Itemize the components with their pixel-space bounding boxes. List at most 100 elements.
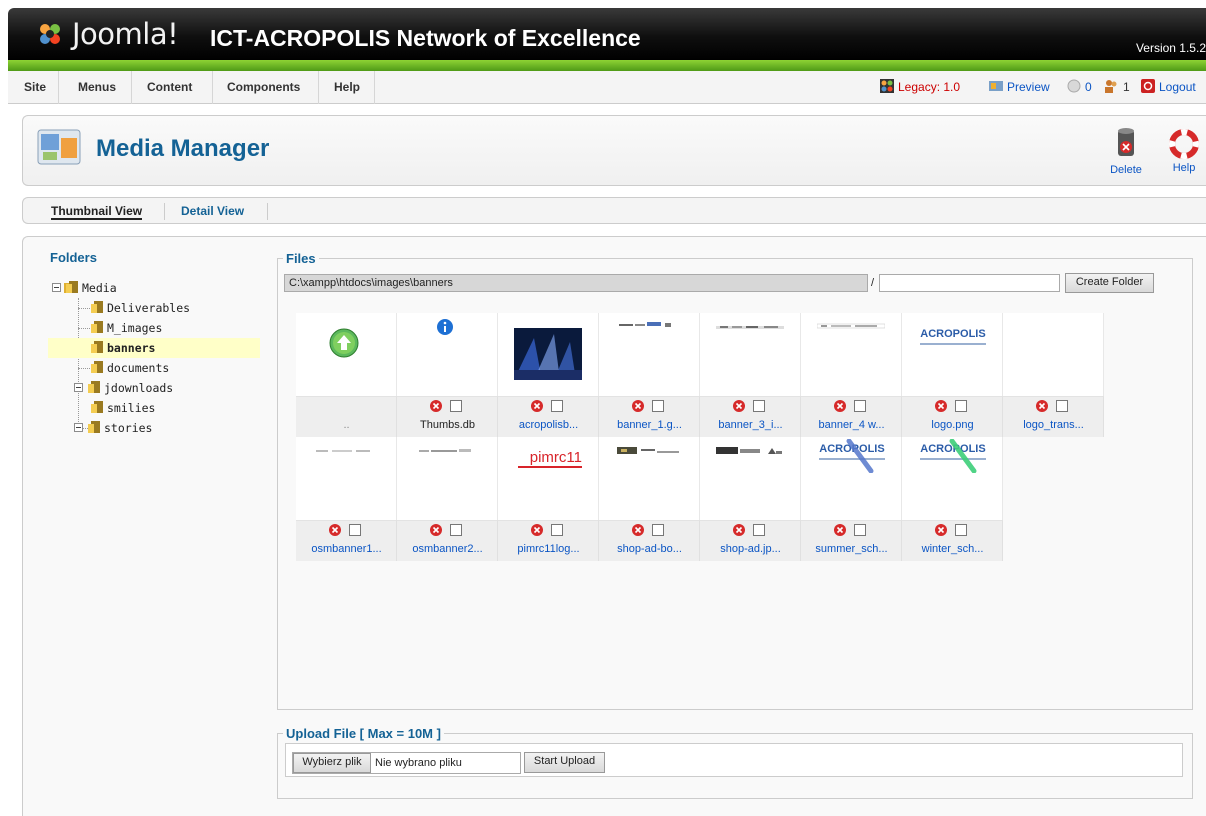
delete-icon[interactable] xyxy=(733,524,745,536)
delete-icon[interactable] xyxy=(531,400,543,412)
file-name[interactable]: banner_1.g... xyxy=(599,419,700,432)
thumbnail-image[interactable] xyxy=(617,447,681,455)
delete-icon[interactable] xyxy=(329,524,341,536)
delete-label: Delete xyxy=(1110,164,1142,176)
file-name[interactable]: banner_3_i... xyxy=(700,419,801,432)
file-item[interactable]: banner_3_i... xyxy=(700,313,801,437)
file-checkbox[interactable] xyxy=(551,524,563,536)
file-item[interactable]: Thumbs.db xyxy=(397,313,498,437)
messages-count[interactable]: 0 xyxy=(1085,80,1092,94)
delete-icon[interactable] xyxy=(935,400,947,412)
menu-content[interactable]: Content xyxy=(147,80,192,94)
menu-menus[interactable]: Menus xyxy=(78,80,116,94)
file-checkbox[interactable] xyxy=(753,400,765,412)
file-name[interactable]: .. xyxy=(296,419,397,432)
file-item[interactable]: osmbanner1... xyxy=(296,437,397,561)
tab-detail-view[interactable]: Detail View xyxy=(181,204,244,218)
folder-m-images[interactable]: M_images xyxy=(89,318,162,338)
logout-link[interactable]: Logout xyxy=(1159,80,1196,94)
file-item[interactable]: banner_1.g... xyxy=(599,313,700,437)
delete-icon[interactable] xyxy=(834,524,846,536)
preview-link[interactable]: Preview xyxy=(1007,80,1050,94)
file-checkbox[interactable] xyxy=(652,400,664,412)
meta-area: osmbanner1... xyxy=(296,520,397,561)
file-checkbox[interactable] xyxy=(349,524,361,536)
file-item[interactable]: osmbanner2... xyxy=(397,437,498,561)
view-submenu: Thumbnail View Detail View xyxy=(22,197,1206,224)
delete-icon[interactable] xyxy=(531,524,543,536)
file-checkbox[interactable] xyxy=(753,524,765,536)
choose-file-button[interactable]: Wybierz plik xyxy=(293,753,371,773)
collapse-icon[interactable] xyxy=(52,283,61,292)
menu-help[interactable]: Help xyxy=(334,80,360,94)
thumbnail-image[interactable] xyxy=(817,323,885,329)
collapse-icon[interactable] xyxy=(74,383,83,392)
thumbnail-image[interactable]: pimrc11 xyxy=(518,449,582,467)
folder-up-icon[interactable] xyxy=(329,328,359,358)
thumbnail-image[interactable] xyxy=(619,321,679,329)
delete-icon[interactable] xyxy=(733,400,745,412)
menu-components[interactable]: Components xyxy=(227,80,300,94)
folder-banners[interactable]: banners xyxy=(48,338,260,358)
file-name[interactable]: acropolisb... xyxy=(498,419,599,432)
file-name[interactable]: winter_sch... xyxy=(902,543,1003,556)
file-name[interactable]: osmbanner2... xyxy=(397,543,498,556)
file-item[interactable]: shop-ad.jp... xyxy=(700,437,801,561)
file-name[interactable]: logo_trans... xyxy=(1003,419,1104,432)
file-checkbox[interactable] xyxy=(450,524,462,536)
file-checkbox[interactable] xyxy=(450,400,462,412)
file-item[interactable]: shop-ad-bo... xyxy=(599,437,700,561)
file-name[interactable]: osmbanner1... xyxy=(296,543,397,556)
thumbnail-image[interactable]: ACROPOLIS xyxy=(916,328,990,340)
file-checkbox[interactable] xyxy=(854,400,866,412)
folder-smilies[interactable]: smilies xyxy=(89,398,155,418)
folder-deliverables[interactable]: Deliverables xyxy=(89,298,190,318)
file-name[interactable]: summer_sch... xyxy=(801,543,902,556)
delete-icon[interactable] xyxy=(935,524,947,536)
file-name[interactable]: shop-ad-bo... xyxy=(599,543,700,556)
file-name[interactable]: shop-ad.jp... xyxy=(700,543,801,556)
thumbnail-image[interactable] xyxy=(514,328,582,380)
file-item-up[interactable]: .. xyxy=(296,313,397,437)
new-folder-input[interactable] xyxy=(879,274,1060,292)
create-folder-button[interactable]: Create Folder xyxy=(1065,273,1154,293)
delete-button[interactable]: Delete xyxy=(1108,126,1144,176)
file-checkbox[interactable] xyxy=(955,524,967,536)
delete-icon[interactable] xyxy=(834,400,846,412)
file-item[interactable]: pimrc11 pimrc11log... xyxy=(498,437,599,561)
file-item[interactable]: ACROPOLIS winter_sch... xyxy=(902,437,1003,561)
thumbnail-image[interactable] xyxy=(419,448,475,454)
file-checkbox[interactable] xyxy=(652,524,664,536)
thumbnail-image[interactable] xyxy=(316,449,376,454)
file-item[interactable]: ACROPOLIS summer_sch... xyxy=(801,437,902,561)
delete-icon[interactable] xyxy=(1036,400,1048,412)
file-checkbox[interactable] xyxy=(854,524,866,536)
delete-icon[interactable] xyxy=(632,400,644,412)
file-checkbox[interactable] xyxy=(1056,400,1068,412)
folder-stories[interactable]: stories xyxy=(74,418,152,438)
file-item[interactable]: banner_4 w... xyxy=(801,313,902,437)
file-checkbox[interactable] xyxy=(955,400,967,412)
start-upload-button[interactable]: Start Upload xyxy=(524,752,605,773)
collapse-icon[interactable] xyxy=(74,423,83,432)
delete-icon[interactable] xyxy=(430,524,442,536)
file-name[interactable]: banner_4 w... xyxy=(801,419,902,432)
folder-jdownloads[interactable]: jdownloads xyxy=(74,378,173,398)
delete-icon[interactable] xyxy=(430,400,442,412)
folder-media[interactable]: Media xyxy=(52,278,117,298)
file-item[interactable]: ACROPOLIS logo.png xyxy=(902,313,1003,437)
thumb-area xyxy=(599,313,700,396)
help-button[interactable]: Help xyxy=(1166,128,1202,174)
menu-site[interactable]: Site xyxy=(24,80,46,94)
delete-icon[interactable] xyxy=(632,524,644,536)
thumbnail-image[interactable] xyxy=(716,324,784,330)
file-item[interactable]: acropolisb... xyxy=(498,313,599,437)
thumbnail-image[interactable] xyxy=(716,447,784,455)
folder-documents[interactable]: documents xyxy=(89,358,169,378)
file-checkbox[interactable] xyxy=(551,400,563,412)
file-name[interactable]: pimrc11log... xyxy=(498,543,599,556)
tab-thumbnail-view[interactable]: Thumbnail View xyxy=(51,204,143,220)
file-name[interactable]: logo.png xyxy=(902,419,1003,432)
users-count[interactable]: 1 xyxy=(1123,80,1130,94)
file-item[interactable]: logo_trans... xyxy=(1003,313,1104,437)
